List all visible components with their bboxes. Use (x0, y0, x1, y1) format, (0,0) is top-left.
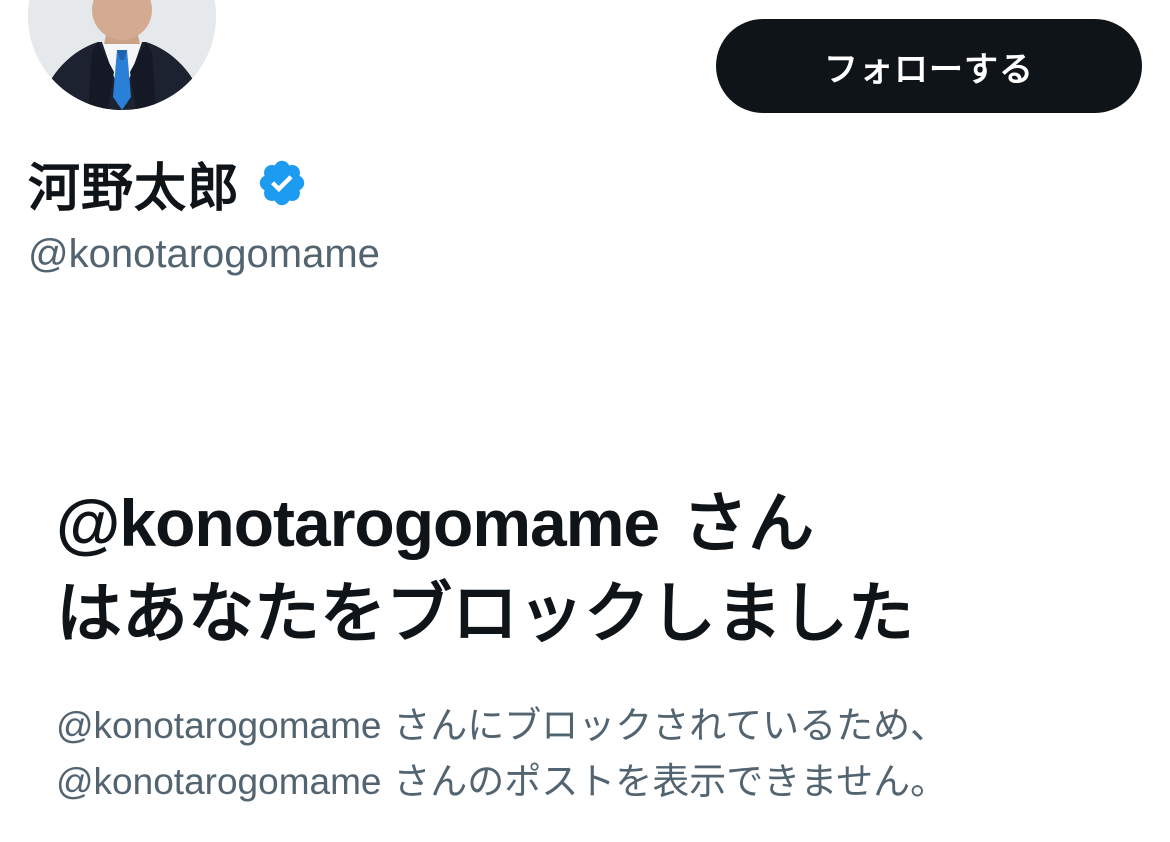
blocked-title-line2: はあなたをブロックしました (56, 575, 914, 652)
blocked-desc-handle-1: @konotarogomame (56, 705, 382, 746)
blocked-desc-text-2: さんのポストを表示できません。 (393, 760, 948, 803)
blocked-title-handle: @konotarogomame (56, 486, 660, 560)
follow-button[interactable]: フォローする (716, 19, 1142, 113)
avatar-photo (28, 0, 216, 110)
blocked-title-suffix: さん (682, 485, 815, 562)
profile-page: フォローする 河野太郎 @konotarogomame @konotarogom… (0, 0, 1170, 842)
verified-badge-icon[interactable] (256, 157, 308, 209)
blocked-desc-handle-2: @konotarogomame (56, 761, 382, 802)
blocked-description: @konotarogomame さんにブロックされているため、 @konotar… (56, 698, 1146, 810)
avatar[interactable] (28, 0, 216, 110)
blocked-title: @konotarogomame さん はあなたをブロックしました (56, 478, 1146, 659)
profile-handle: @konotarogomame (28, 232, 380, 276)
display-name: 河野太郎 (28, 158, 241, 219)
blocked-desc-text-1: さんにブロックされているため、 (393, 704, 948, 747)
profile-name-row: 河野太郎 (28, 148, 308, 219)
